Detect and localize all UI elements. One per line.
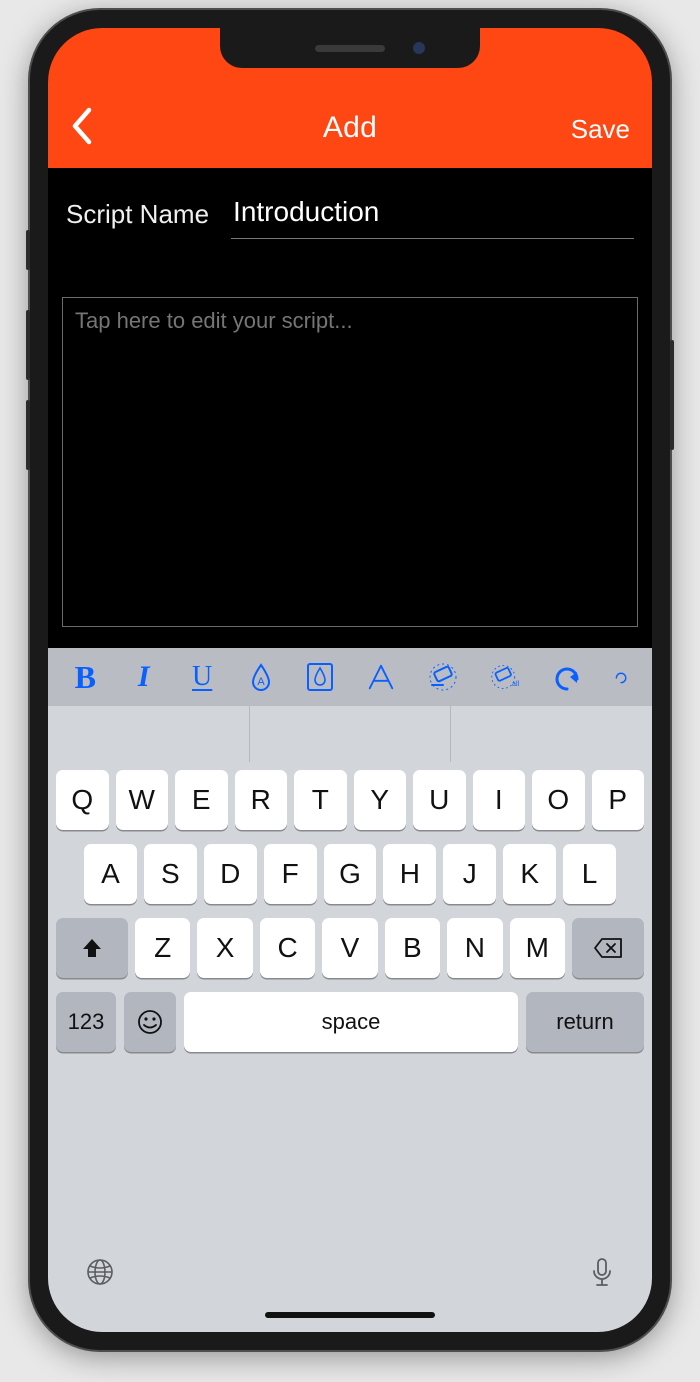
key-f[interactable]: F: [264, 844, 317, 904]
bold-icon[interactable]: B: [72, 659, 98, 696]
predict-slot-2[interactable]: [250, 706, 452, 762]
underline-icon[interactable]: U: [189, 661, 215, 693]
power-button: [670, 340, 674, 450]
notch: [220, 28, 480, 68]
format-toolbar: B I U A all: [48, 648, 652, 706]
erase-format-icon[interactable]: [428, 663, 458, 691]
numbers-key[interactable]: 123: [56, 992, 116, 1052]
form-area: Script Name: [48, 168, 652, 648]
key-h[interactable]: H: [383, 844, 436, 904]
front-camera: [413, 42, 425, 54]
redo-icon[interactable]: [614, 663, 628, 691]
undo-icon[interactable]: [552, 663, 582, 691]
key-s[interactable]: S: [144, 844, 197, 904]
font-icon[interactable]: [366, 662, 396, 692]
key-x[interactable]: X: [197, 918, 252, 978]
backspace-key[interactable]: [572, 918, 644, 978]
key-i[interactable]: I: [473, 770, 526, 830]
shift-key[interactable]: [56, 918, 128, 978]
space-key[interactable]: space: [184, 992, 518, 1052]
predict-slot-1[interactable]: [48, 706, 250, 762]
text-color-icon[interactable]: A: [247, 662, 273, 692]
script-body-textarea[interactable]: [62, 297, 638, 627]
save-button[interactable]: Save: [571, 114, 630, 145]
highlight-color-icon[interactable]: [306, 662, 334, 692]
keyboard-bottom-bar: [48, 1246, 652, 1332]
svg-text:A: A: [257, 676, 265, 688]
mute-switch: [26, 230, 30, 270]
key-t[interactable]: T: [294, 770, 347, 830]
keyboard: QWERTYUIOP ASDFGHJKL ZXCVBNM 123 space r…: [48, 762, 652, 1246]
speaker-grille: [315, 45, 385, 52]
volume-down-button: [26, 400, 30, 470]
globe-key[interactable]: [84, 1256, 116, 1293]
volume-up-button: [26, 310, 30, 380]
script-name-input[interactable]: [231, 190, 634, 239]
key-k[interactable]: K: [503, 844, 556, 904]
key-d[interactable]: D: [204, 844, 257, 904]
screen: Add Save Script Name B I U A: [48, 28, 652, 1332]
predict-slot-3[interactable]: [451, 706, 652, 762]
script-name-row: Script Name: [62, 190, 638, 239]
key-w[interactable]: W: [116, 770, 169, 830]
key-j[interactable]: J: [443, 844, 496, 904]
key-m[interactable]: M: [510, 918, 565, 978]
key-y[interactable]: Y: [354, 770, 407, 830]
key-a[interactable]: A: [84, 844, 137, 904]
key-l[interactable]: L: [563, 844, 616, 904]
return-key[interactable]: return: [526, 992, 644, 1052]
dictation-key[interactable]: [588, 1256, 616, 1295]
back-button[interactable]: [66, 106, 96, 146]
page-title: Add: [48, 111, 652, 145]
key-g[interactable]: G: [324, 844, 377, 904]
key-b[interactable]: B: [385, 918, 440, 978]
emoji-key[interactable]: [124, 992, 176, 1052]
key-q[interactable]: Q: [56, 770, 109, 830]
key-n[interactable]: N: [447, 918, 502, 978]
italic-icon[interactable]: I: [130, 660, 156, 694]
erase-all-icon[interactable]: all: [490, 663, 520, 691]
key-v[interactable]: V: [322, 918, 377, 978]
script-name-label: Script Name: [66, 199, 209, 230]
key-r[interactable]: R: [235, 770, 288, 830]
key-o[interactable]: O: [532, 770, 585, 830]
key-c[interactable]: C: [260, 918, 315, 978]
key-z[interactable]: Z: [135, 918, 190, 978]
home-indicator[interactable]: [265, 1312, 435, 1318]
key-p[interactable]: P: [592, 770, 645, 830]
key-u[interactable]: U: [413, 770, 466, 830]
key-e[interactable]: E: [175, 770, 228, 830]
predictive-text-bar: [48, 706, 652, 762]
phone-frame: Add Save Script Name B I U A: [30, 10, 670, 1350]
